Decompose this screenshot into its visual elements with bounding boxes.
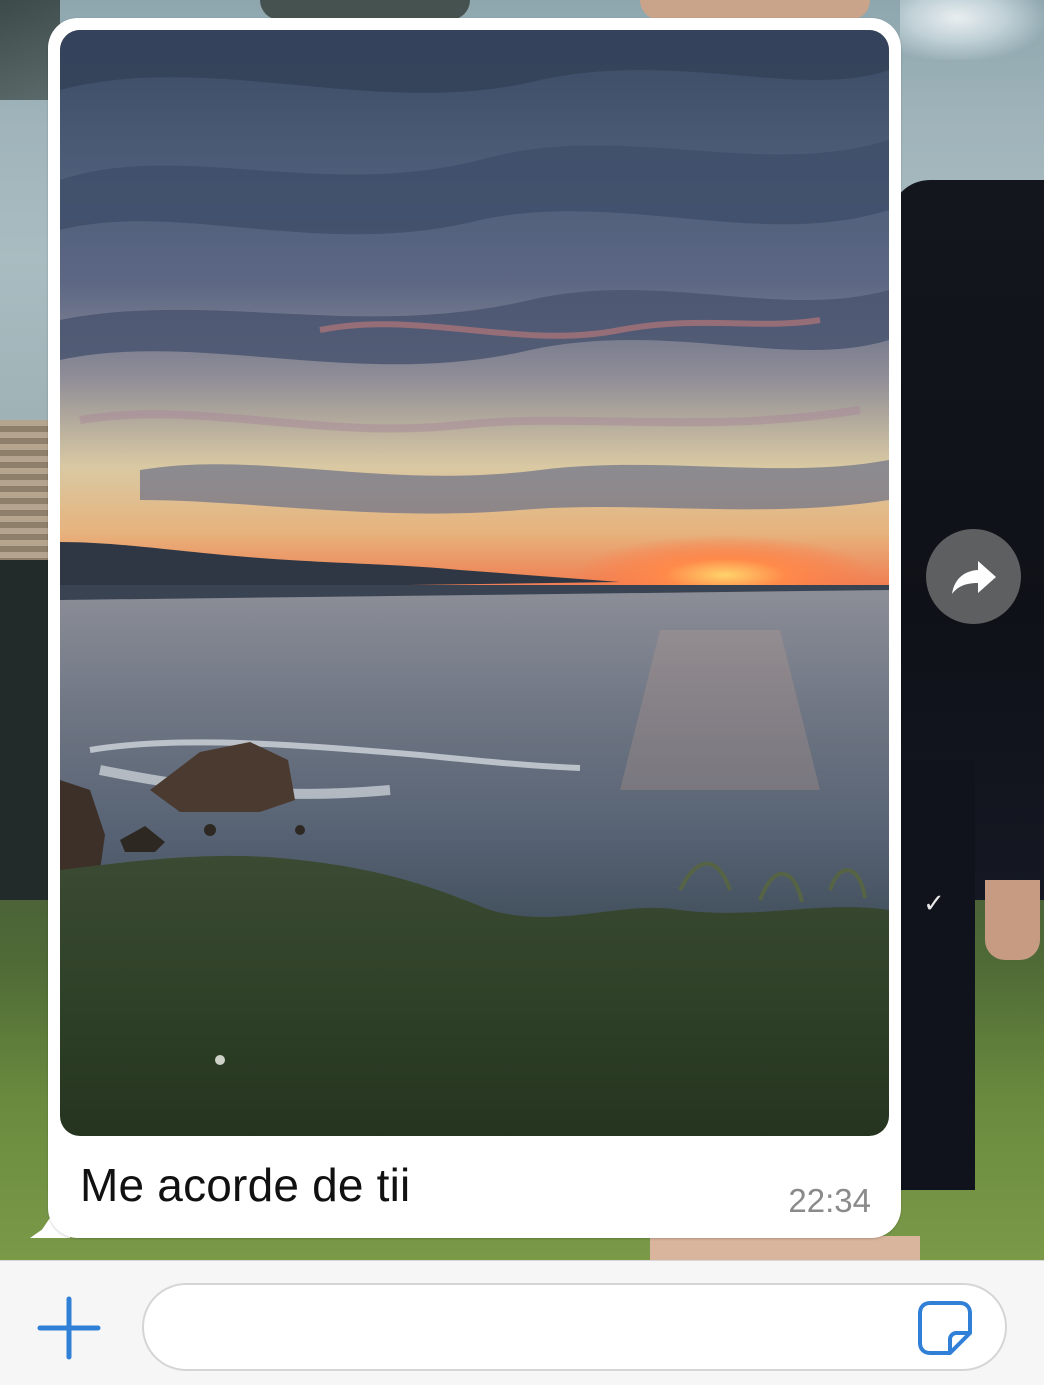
forward-button[interactable]: [926, 529, 1021, 624]
wallpaper-person: [650, 1236, 920, 1260]
message-caption: Me acorde de tii: [80, 1159, 411, 1211]
wallpaper-person: [985, 880, 1040, 960]
message-bubble[interactable]: Me acorde de tii 22:34: [48, 18, 901, 1238]
wallpaper-stairs: [0, 420, 48, 560]
forward-arrow-icon: [951, 560, 996, 594]
wallpaper-person: [640, 0, 870, 20]
plus-icon: [37, 1296, 101, 1360]
message-composer: [0, 1260, 1044, 1385]
swoosh-logo-icon: ✓: [923, 888, 945, 918]
sunset-coast-image: [60, 30, 889, 1136]
attach-button[interactable]: [36, 1295, 102, 1361]
wallpaper-wave: [900, 0, 1044, 60]
message-input[interactable]: [142, 1283, 1007, 1371]
sticker-icon: [918, 1301, 972, 1355]
message-photo[interactable]: [60, 30, 889, 1136]
wallpaper-shadow: [0, 560, 48, 900]
wallpaper-rock: [260, 0, 470, 20]
message-time: 22:34: [788, 1182, 871, 1219]
sticker-button[interactable]: [916, 1299, 974, 1357]
